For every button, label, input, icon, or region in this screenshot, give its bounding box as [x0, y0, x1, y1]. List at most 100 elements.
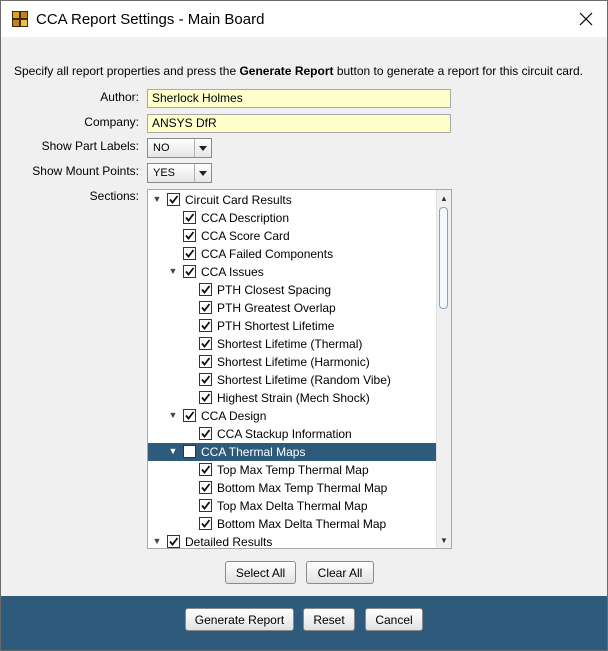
close-button[interactable]: [573, 7, 599, 31]
section-checkbox[interactable]: [199, 373, 212, 386]
instruction-text: Specify all report properties and press …: [14, 64, 583, 78]
tree-row[interactable]: Shortest Lifetime (Random Vibe): [148, 371, 436, 389]
check-icon: [201, 501, 211, 510]
show-mount-points-select[interactable]: YES: [147, 163, 212, 183]
cancel-button[interactable]: Cancel: [365, 608, 423, 631]
tree-row-label: CCA Failed Components: [201, 247, 334, 261]
section-checkbox[interactable]: [199, 301, 212, 314]
tree-row-label: PTH Closest Spacing: [217, 283, 332, 297]
check-icon: [201, 285, 211, 294]
section-checkbox[interactable]: [199, 427, 212, 440]
vertical-scrollbar[interactable]: ▲ ▼: [436, 190, 451, 548]
tree-row[interactable]: Highest Strain (Mech Shock): [148, 389, 436, 407]
sections-label: Sections:: [89, 189, 139, 203]
tree-row[interactable]: Top Max Temp Thermal Map: [148, 461, 436, 479]
dialog-window: CCA Report Settings - Main Board Specify…: [0, 0, 608, 651]
tree-row[interactable]: CCA Stackup Information: [148, 425, 436, 443]
tree-row[interactable]: ▼ Detailed Results: [148, 533, 436, 549]
show-part-labels-select[interactable]: NO: [147, 138, 212, 158]
tree-row[interactable]: ▼ CCA Design: [148, 407, 436, 425]
check-icon: [185, 231, 195, 240]
close-icon: [579, 12, 593, 26]
tree-row[interactable]: CCA Description: [148, 209, 436, 227]
section-checkbox[interactable]: [183, 265, 196, 278]
section-checkbox[interactable]: [183, 409, 196, 422]
show-mount-points-label: Show Mount Points:: [32, 164, 139, 178]
section-checkbox[interactable]: [199, 283, 212, 296]
dialog-content: Specify all report properties and press …: [1, 37, 607, 596]
reset-button[interactable]: Reset: [303, 608, 355, 631]
scroll-up-icon[interactable]: ▲: [437, 190, 451, 206]
tree-row-label: Top Max Delta Thermal Map: [217, 499, 368, 513]
tree-row[interactable]: ▼ Circuit Card Results: [148, 191, 436, 209]
section-checkbox[interactable]: [183, 229, 196, 242]
scroll-thumb[interactable]: [439, 207, 448, 309]
section-checkbox[interactable]: [167, 535, 180, 548]
check-icon: [185, 267, 195, 276]
section-checkbox[interactable]: [183, 445, 196, 458]
tree-row-label: PTH Shortest Lifetime: [217, 319, 335, 333]
check-icon: [201, 483, 211, 492]
section-checkbox[interactable]: [199, 517, 212, 530]
author-label: Author:: [100, 90, 139, 104]
expand-toggle-icon[interactable]: ▼: [152, 194, 162, 204]
tree-row-label: CCA Issues: [201, 265, 264, 279]
tree-row[interactable]: PTH Shortest Lifetime: [148, 317, 436, 335]
section-checkbox[interactable]: [199, 337, 212, 350]
chevron-down-icon: [194, 139, 211, 157]
tree-row[interactable]: Shortest Lifetime (Thermal): [148, 335, 436, 353]
clear-all-button[interactable]: Clear All: [306, 561, 374, 584]
section-checkbox[interactable]: [199, 319, 212, 332]
tree-row[interactable]: ▼ CCA Thermal Maps: [148, 443, 436, 461]
tree-row[interactable]: PTH Closest Spacing: [148, 281, 436, 299]
tree-row[interactable]: ▼ CCA Issues: [148, 263, 436, 281]
section-checkbox[interactable]: [183, 211, 196, 224]
company-field[interactable]: ANSYS DfR: [147, 114, 451, 133]
section-checkbox[interactable]: [167, 193, 180, 206]
tree-row-label: Detailed Results: [185, 535, 273, 549]
generate-report-button[interactable]: Generate Report: [185, 608, 294, 631]
tree-row[interactable]: CCA Failed Components: [148, 245, 436, 263]
title-bar: CCA Report Settings - Main Board: [1, 1, 607, 37]
tree-row-label: Shortest Lifetime (Harmonic): [217, 355, 370, 369]
tree-row-label: CCA Thermal Maps: [201, 445, 306, 459]
tree-row[interactable]: Top Max Delta Thermal Map: [148, 497, 436, 515]
check-icon: [201, 303, 211, 312]
sections-tree[interactable]: ▼ Circuit Card Results CCA Description CCA …: [147, 189, 452, 549]
check-icon: [201, 393, 211, 402]
expand-toggle-icon[interactable]: ▼: [168, 410, 178, 420]
author-field[interactable]: Sherlock Holmes: [147, 89, 451, 108]
tree-row[interactable]: Shortest Lifetime (Harmonic): [148, 353, 436, 371]
section-checkbox[interactable]: [183, 247, 196, 260]
tree-row-label: CCA Stackup Information: [217, 427, 352, 441]
section-checkbox[interactable]: [199, 463, 212, 476]
expand-toggle-icon[interactable]: ▼: [168, 266, 178, 276]
select-all-button[interactable]: Select All: [225, 561, 296, 584]
app-icon: [12, 11, 28, 27]
check-icon: [201, 465, 211, 474]
check-icon: [169, 195, 179, 204]
check-icon: [201, 321, 211, 330]
tree-row-label: CCA Score Card: [201, 229, 290, 243]
section-checkbox[interactable]: [199, 499, 212, 512]
tree-row-label: CCA Design: [201, 409, 267, 423]
section-checkbox[interactable]: [199, 391, 212, 404]
expand-toggle-icon[interactable]: ▼: [152, 536, 162, 546]
section-checkbox[interactable]: [199, 481, 212, 494]
show-part-labels-label: Show Part Labels:: [41, 139, 139, 153]
check-icon: [185, 411, 195, 420]
scroll-down-icon[interactable]: ▼: [437, 532, 451, 548]
tree-row[interactable]: CCA Score Card: [148, 227, 436, 245]
check-icon: [185, 213, 195, 222]
check-icon: [201, 429, 211, 438]
tree-row-label: CCA Description: [201, 211, 290, 225]
expand-toggle-icon[interactable]: ▼: [168, 446, 178, 456]
tree-row[interactable]: PTH Greatest Overlap: [148, 299, 436, 317]
tree-row[interactable]: Bottom Max Delta Thermal Map: [148, 515, 436, 533]
tree-row-label: Highest Strain (Mech Shock): [217, 391, 370, 405]
tree-row[interactable]: Bottom Max Temp Thermal Map: [148, 479, 436, 497]
tree-row-label: Bottom Max Delta Thermal Map: [217, 517, 387, 531]
footer-bar: Generate Report Reset Cancel: [1, 596, 607, 650]
section-checkbox[interactable]: [199, 355, 212, 368]
check-icon: [201, 375, 211, 384]
